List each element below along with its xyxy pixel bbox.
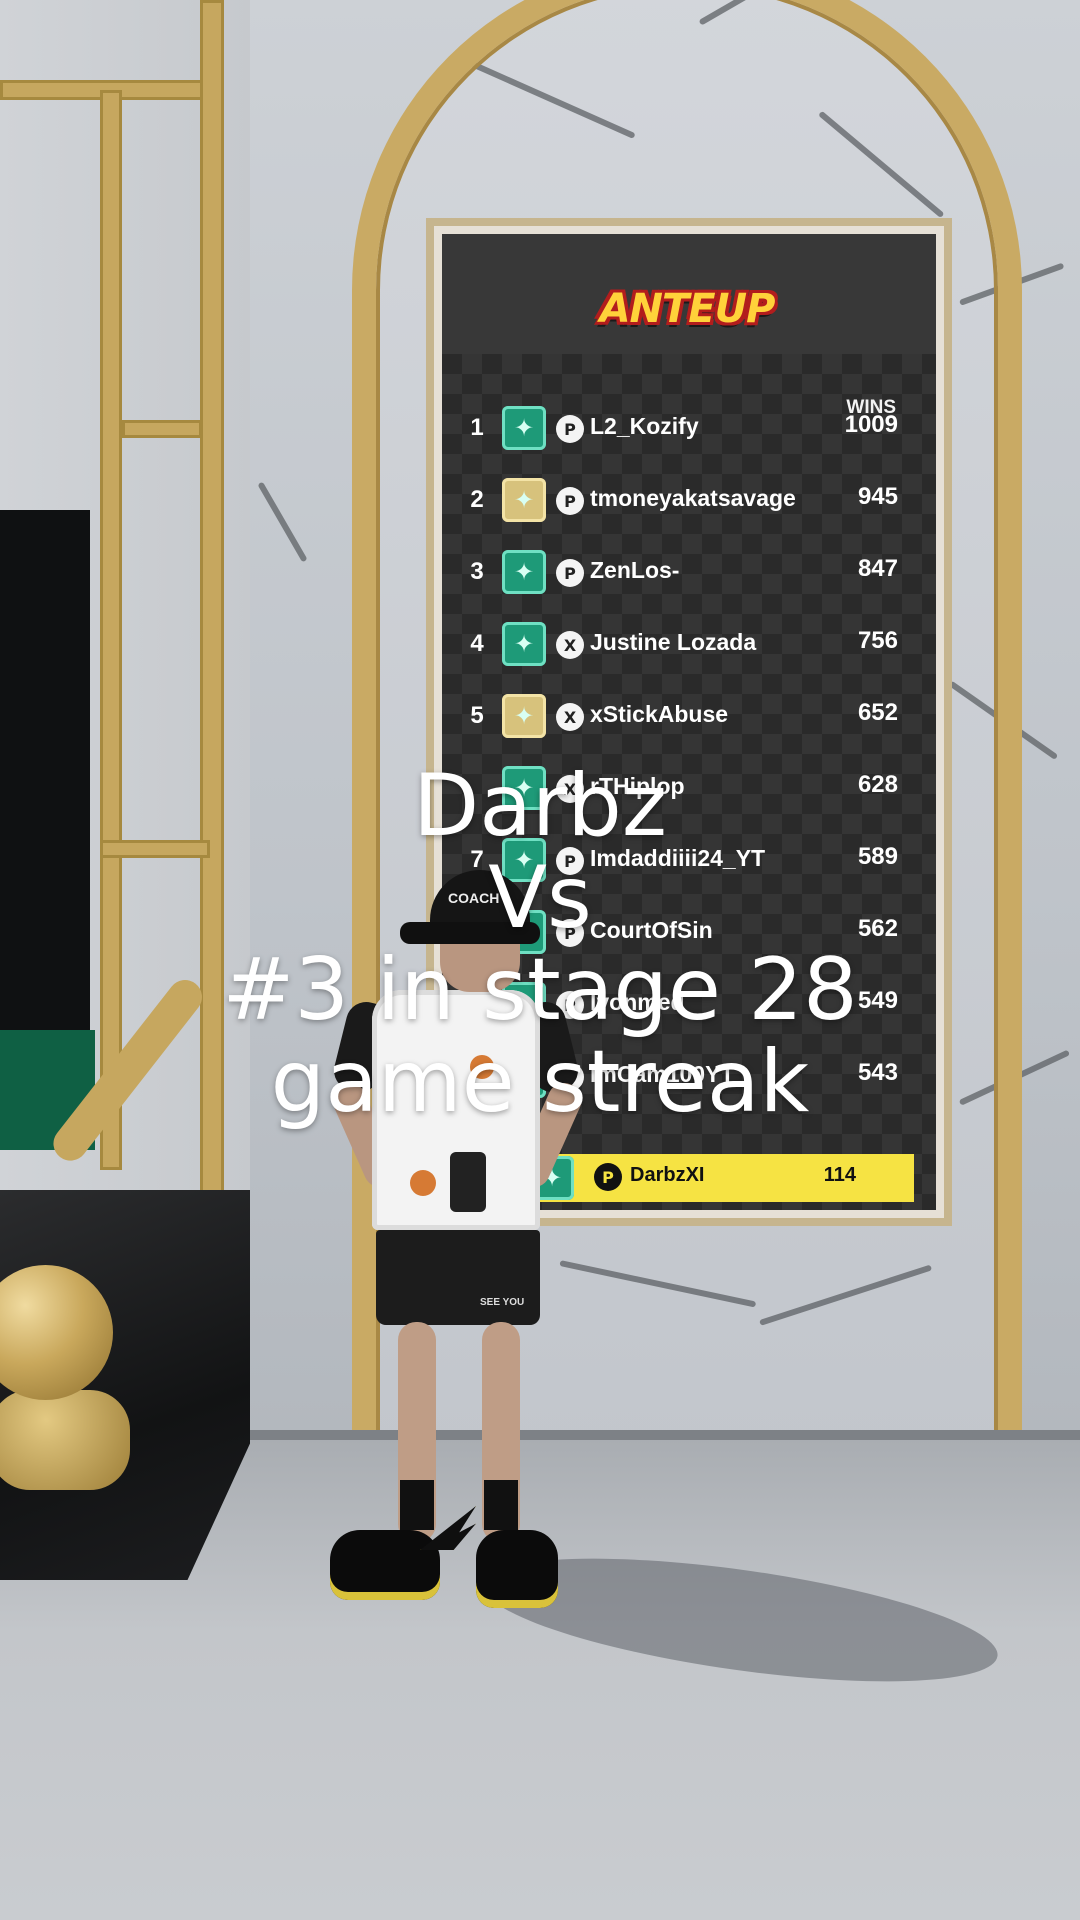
caption-line: game streak — [270, 1032, 810, 1132]
player-name: Justine Lozada — [590, 629, 757, 655]
rank-number: 2 — [470, 486, 484, 513]
caption-line: #3 in stage 28 — [222, 940, 858, 1040]
left-shoe — [330, 1530, 440, 1600]
rank-number: 4 — [470, 630, 484, 657]
left-sock — [400, 1480, 434, 1530]
rank-number: 3 — [470, 558, 484, 585]
caption-line: Darbz — [412, 756, 667, 856]
leaderboard-row: 3 ✦ P ZenLos- 847 — [442, 546, 936, 602]
phone-in-hand — [450, 1152, 486, 1212]
player-wins: 652 — [857, 699, 898, 726]
right-sock — [484, 1480, 518, 1530]
leaderboard-row: 5 ✦ XxStickAbuse 652 — [442, 690, 936, 746]
gold-newel-base — [0, 1390, 130, 1490]
player-name: tmoneyakatsavage — [590, 485, 796, 511]
leaderboard-row: 1 ✦ P L2_Kozify 1009 — [442, 402, 936, 458]
caption-line: Vs — [488, 848, 592, 948]
xbox-icon: X — [556, 703, 584, 731]
player-wins: 847 — [857, 555, 898, 582]
rank-badge-icon: ✦ — [502, 622, 546, 666]
video-caption: Darbz Vs #3 in stage 28 game streak — [0, 760, 1080, 1128]
rank-badge-icon: ✦ — [502, 406, 546, 450]
leaderboard-row: 2 ✦ Ptmoneyakatsavage 945 — [442, 474, 936, 530]
rank-number: 1 — [470, 414, 484, 441]
xbox-icon: X — [556, 631, 584, 659]
shorts — [376, 1230, 540, 1325]
player-name: ZenLos- — [590, 557, 680, 583]
anteup-logo: ANTEUP — [587, 276, 787, 342]
rank-badge-icon: ✦ — [502, 478, 546, 522]
leaderboard-row: 4 ✦ X Justine Lozada 756 — [442, 618, 936, 674]
player-name: DarbzXI — [630, 1164, 705, 1186]
player-name: L2_Kozify — [590, 413, 699, 439]
rank-number: 5 — [470, 702, 484, 729]
leaderboard-header: ANTEUP — [442, 234, 936, 354]
player-wins: 756 — [857, 627, 898, 654]
player-name: xStickAbuse — [590, 701, 729, 727]
playstation-icon: P — [556, 559, 584, 587]
logo-text: ANTEUP — [599, 286, 776, 332]
marble-vein — [257, 481, 308, 563]
basketball-print — [410, 1170, 436, 1196]
right-shoe — [476, 1530, 558, 1608]
game-scene: ANTEUP WINS 1 ✦ P L2_Kozify 1009 2 ✦ Ptmoneyaka… — [0, 0, 1080, 1920]
player-wins: 1009 — [844, 411, 898, 438]
rank-badge-icon: ✦ — [502, 550, 546, 594]
player-wins: 945 — [857, 483, 898, 510]
playstation-icon: P — [556, 487, 584, 515]
playstation-icon: P — [556, 415, 584, 443]
rank-badge-icon: ✦ — [502, 694, 546, 738]
shorts-logo: SEE YOU — [480, 1297, 525, 1308]
player-wins: 114 — [823, 1164, 856, 1186]
gold-trim — [122, 420, 202, 438]
